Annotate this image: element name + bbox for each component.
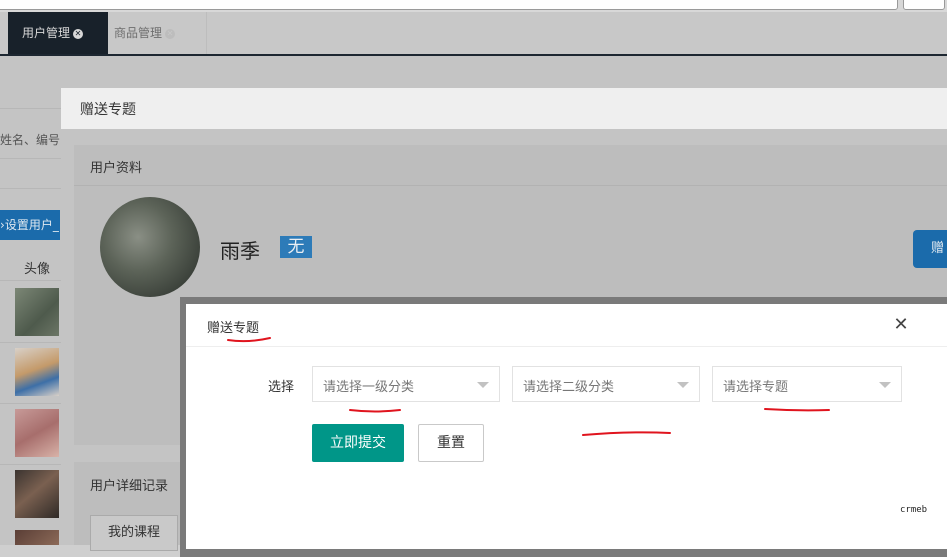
divider [0,188,62,189]
modal-title: 赠送专题 [207,321,260,336]
reset-button[interactable]: 重置 [418,424,484,462]
card-title: 用户详细记录 [90,479,169,494]
select-label: 选择 [268,380,295,395]
chevron-down-icon [879,382,891,388]
divider [0,464,62,465]
submit-button[interactable]: 立即提交 [312,424,404,462]
tab-label: 用户管理 [22,26,71,40]
user-name: 雨季 [220,239,260,263]
divider [0,108,62,109]
level2-category-select[interactable]: 请选择二级分类 [512,366,700,402]
level1-category-select[interactable]: 请选择一级分类 [312,366,500,402]
divider [0,158,62,159]
modal-title: 赠送专题 [80,102,136,118]
watermark: crmeb [900,505,928,515]
user-avatar-thumbnail [15,530,59,545]
topic-select[interactable]: 请选择专题 [712,366,902,402]
modal-header [186,304,947,347]
user-avatar-thumbnail [15,409,59,457]
search-hint: 姓名、编号 [0,133,60,147]
status-badge: 无 [280,236,312,258]
tab-product-management[interactable]: 商品管理 ✕ [100,12,207,54]
close-tab-icon[interactable]: ✕ [73,28,84,39]
select-placeholder: 请选择一级分类 [323,380,415,395]
address-bar[interactable] [0,0,898,10]
close-icon[interactable]: ✕ [892,316,910,334]
tab-label: 商品管理 [114,26,163,40]
select-placeholder: 请选择专题 [723,380,789,395]
card-header [74,145,947,186]
divider [0,342,62,343]
browser-button[interactable] [903,0,945,10]
avatar-column-header: 头像 [24,262,51,277]
modal-header [61,88,947,129]
avatar [100,197,200,297]
gift-button[interactable]: 赠 [913,230,947,268]
chevron-down-icon [677,382,689,388]
divider [0,403,62,404]
divider [0,280,62,281]
tab-my-courses[interactable]: 我的课程 [90,515,178,551]
tab-strip: 用户管理 ✕ 商品管理 ✕ [0,12,947,56]
user-avatar-thumbnail [15,288,59,336]
user-avatar-thumbnail [15,348,59,396]
set-user-button[interactable]: ›设置用户_ [0,210,60,240]
select-placeholder: 请选择二级分类 [523,380,615,395]
user-avatar-thumbnail [15,470,59,518]
chevron-down-icon [477,382,489,388]
close-tab-icon[interactable]: ✕ [165,28,176,39]
tab-user-management[interactable]: 用户管理 ✕ [8,12,108,54]
card-title: 用户资料 [90,161,143,176]
set-user-label: 设置用户_ [4,218,59,232]
